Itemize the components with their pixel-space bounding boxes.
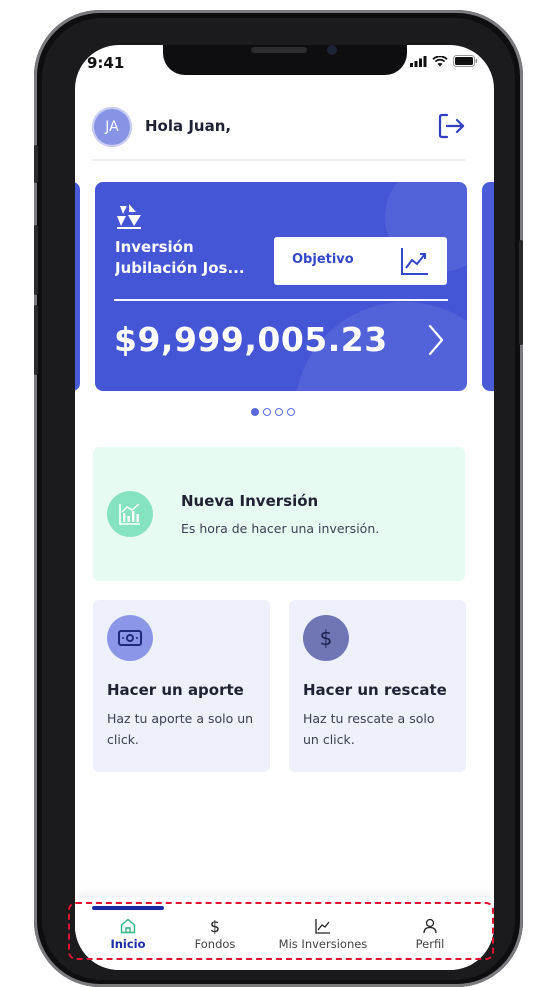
app-screen: 9:41 JA Hola Juan, Inversión Jubilación … (75, 45, 494, 970)
withdrawal-icon-circle: $ (303, 615, 349, 661)
power-button (519, 240, 523, 345)
volume-up-button (34, 145, 38, 183)
promo-title: Nueva Inversión (181, 492, 319, 510)
tab-bar-highlight (68, 902, 494, 960)
trend-chart-icon (401, 248, 428, 275)
dollar-icon: $ (320, 626, 333, 650)
status-icons (410, 55, 478, 67)
carousel-dot[interactable] (263, 408, 271, 416)
card-title-line1: Inversión (115, 238, 194, 256)
promo-icon-circle (107, 491, 153, 537)
wifi-icon (432, 55, 448, 66)
new-investment-card[interactable]: Nueva Inversión Es hora de hacer una inv… (93, 447, 465, 581)
card-title: Inversión Jubilación Jos... (115, 237, 265, 279)
logout-icon[interactable] (436, 111, 466, 141)
header-divider (92, 159, 465, 161)
avatar[interactable]: JA (92, 107, 132, 147)
camera (327, 45, 337, 55)
withdrawal-card[interactable]: $ Hacer un rescate Haz tu rescate a solo… (289, 600, 466, 772)
previous-card-peek[interactable] (75, 182, 80, 391)
objective-label: Objetivo (292, 252, 354, 267)
chevron-right-icon[interactable] (425, 322, 447, 358)
contribution-title: Hacer un aporte (107, 681, 244, 699)
carousel-dot[interactable] (287, 408, 295, 416)
carousel-dot[interactable] (251, 408, 259, 416)
card-amount: $9,999,005.23 (114, 320, 388, 359)
volume-low-button (34, 305, 38, 375)
signal-icon (410, 55, 427, 67)
promo-subtitle: Es hora de hacer una inversión. (181, 521, 380, 536)
greeting-text: Hola Juan, (145, 117, 232, 135)
withdrawal-subtitle: Haz tu rescate a solo un click. (303, 711, 435, 747)
objective-button[interactable]: Objetivo (274, 237, 447, 285)
battery-icon (453, 55, 478, 67)
contribution-icon-circle (107, 615, 153, 661)
notch (163, 45, 407, 75)
next-card-peek[interactable] (482, 182, 494, 391)
withdrawal-title: Hacer un rescate (303, 681, 447, 699)
speaker (251, 47, 307, 53)
carousel-dot[interactable] (275, 408, 283, 416)
volume-down-button (34, 225, 38, 295)
investment-card[interactable]: Inversión Jubilación Jos... Objetivo $9,… (95, 182, 467, 391)
contribution-subtitle: Haz tu aporte a solo un click. (107, 711, 254, 747)
status-time: 9:41 (87, 54, 125, 72)
card-divider (114, 299, 448, 301)
svg-text:$: $ (320, 626, 333, 650)
contribution-card[interactable]: Hacer un aporte Haz tu aporte a solo un … (93, 600, 270, 772)
brand-logo-icon (117, 204, 141, 229)
carousel-dots (251, 408, 295, 416)
card-title-line2: Jubilación Jos... (115, 259, 245, 277)
money-icon (118, 630, 142, 646)
bar-chart-icon (119, 503, 140, 525)
